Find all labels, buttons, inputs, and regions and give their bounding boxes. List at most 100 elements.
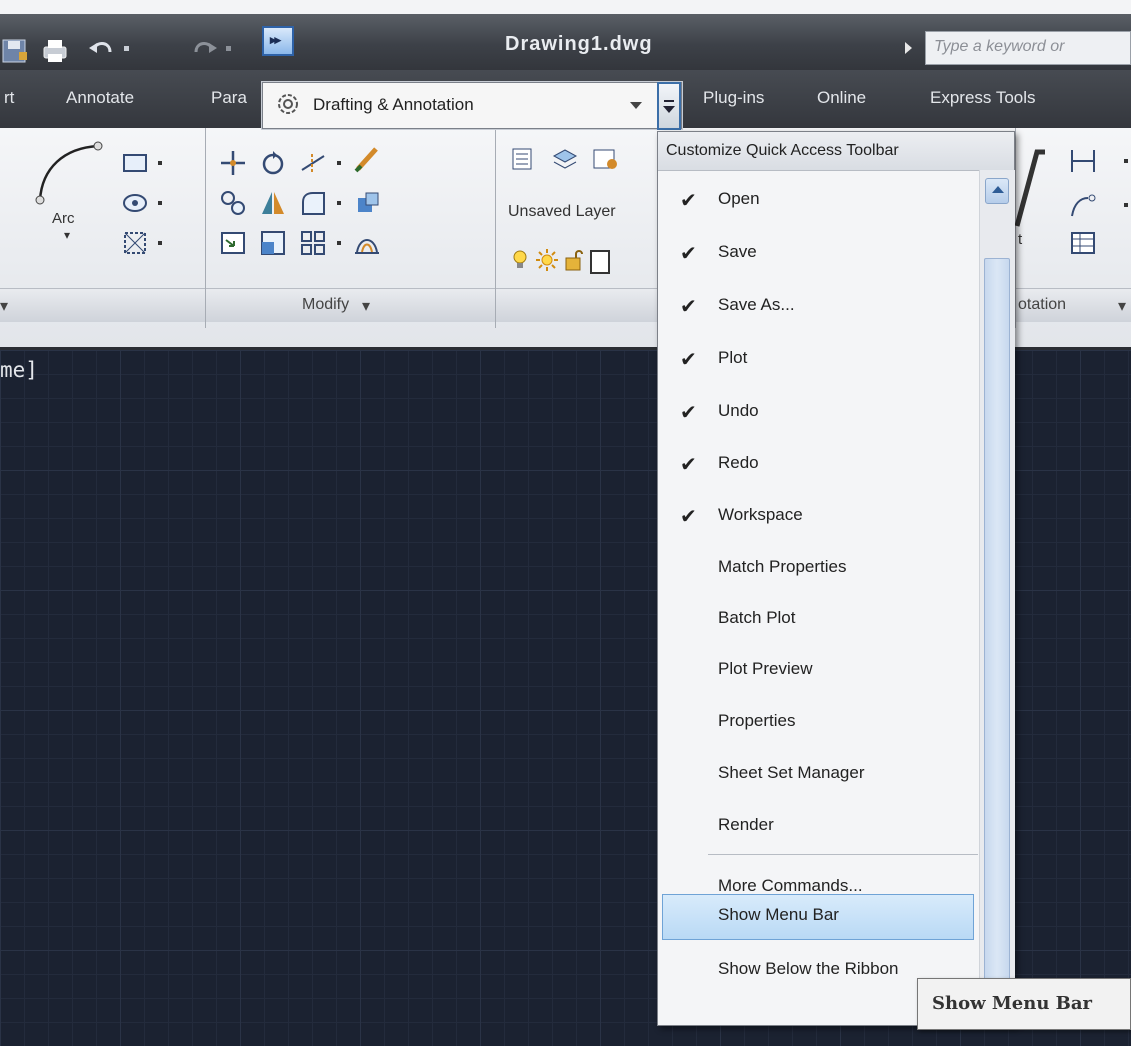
multileader-dropdown-icon[interactable] — [1124, 203, 1128, 207]
menu-item-batch-plot[interactable]: Batch Plot — [658, 594, 978, 646]
panel-separator — [205, 128, 206, 328]
menu-item-properties[interactable]: Properties — [658, 697, 978, 749]
chevron-down-icon[interactable] — [630, 102, 642, 109]
rectangle-icon[interactable] — [120, 148, 150, 178]
menu-item-label: Save — [718, 242, 757, 261]
sun-icon[interactable] — [535, 248, 559, 272]
tab-insert[interactable]: rt — [4, 88, 14, 108]
search-arrow-icon[interactable] — [905, 42, 912, 54]
check-icon: ✔ — [680, 454, 697, 476]
tab-plugins[interactable]: Plug-ins — [703, 88, 764, 108]
mirror-icon[interactable] — [258, 188, 288, 218]
scroll-up-button[interactable] — [985, 178, 1009, 204]
erase-icon[interactable] — [352, 144, 382, 174]
offset-icon[interactable] — [352, 228, 382, 258]
menu-item-workspace[interactable]: ✔ Workspace — [658, 491, 978, 543]
undo-icon[interactable] — [86, 36, 116, 66]
chevron-up-icon — [992, 186, 1004, 193]
fillet-dropdown-icon[interactable] — [337, 201, 341, 205]
tab-online[interactable]: Online — [817, 88, 866, 108]
linear-dimension-icon[interactable] — [1068, 146, 1098, 176]
boundary-dropdown-icon[interactable] — [158, 241, 162, 245]
redo-icon[interactable] — [190, 36, 220, 66]
menu-scrollbar[interactable] — [979, 170, 1015, 1015]
check-icon: ✔ — [680, 243, 697, 265]
copy-icon[interactable] — [218, 188, 248, 218]
lightbulb-icon[interactable] — [508, 248, 532, 272]
panel-title-annotation[interactable]: otation — [1018, 296, 1066, 314]
menu-item-redo[interactable]: ✔ Redo — [658, 439, 978, 491]
menu-item-label: Show Below the Ribbon — [718, 959, 899, 978]
tab-parametric[interactable]: Para — [211, 88, 247, 108]
tooltip-text: Show Menu Bar — [932, 993, 1093, 1014]
hatch-dropdown-icon[interactable] — [158, 201, 162, 205]
menu-item-match-properties[interactable]: Match Properties — [658, 543, 978, 595]
stretch-icon[interactable] — [218, 228, 248, 258]
qat-expand-button[interactable]: ▸▸ — [262, 26, 294, 56]
array-dropdown-icon[interactable] — [337, 241, 341, 245]
chevron-down-icon — [663, 106, 675, 113]
menu-item-show-menu-bar[interactable]: Show Menu Bar — [658, 891, 978, 943]
tab-annotate[interactable]: Annotate — [66, 88, 134, 108]
layer-state-icon[interactable] — [550, 144, 580, 174]
plot-icon[interactable] — [40, 36, 70, 66]
search-input[interactable]: Type a keyword or — [925, 31, 1131, 65]
gear-icon — [278, 94, 298, 114]
table-icon[interactable] — [1068, 228, 1098, 258]
lock-icon[interactable] — [562, 248, 586, 272]
menu-item-sheet-set-manager[interactable]: Sheet Set Manager — [658, 749, 978, 801]
modify-panel-expand-icon[interactable]: ▾ — [362, 296, 370, 316]
text-icon[interactable] — [1015, 148, 1060, 238]
annotation-panel-expand-icon[interactable]: ▾ — [1118, 296, 1126, 316]
menu-item-plot-preview[interactable]: Plot Preview — [658, 645, 978, 697]
arc-icon[interactable] — [34, 138, 104, 208]
undo-dropdown-icon[interactable] — [124, 46, 129, 51]
layer-properties-icon[interactable] — [508, 144, 538, 174]
multileader-icon[interactable] — [1068, 190, 1098, 220]
panel-title-modify[interactable]: Modify — [302, 296, 349, 314]
boundary-icon[interactable] — [120, 228, 150, 258]
menu-item-undo[interactable]: ✔ Undo — [658, 387, 978, 439]
arc-label[interactable]: Arc — [52, 210, 75, 227]
array-icon[interactable] — [298, 228, 328, 258]
draw-panel-expand-icon[interactable]: ▾ — [0, 296, 8, 316]
check-icon: ✔ — [680, 190, 697, 212]
arc-dropdown-icon[interactable]: ▾ — [64, 228, 70, 242]
save-icon[interactable] — [0, 36, 30, 66]
customize-bar-icon — [664, 100, 674, 102]
menu-item-label: Batch Plot — [718, 608, 796, 627]
menu-item-label: Save As... — [718, 295, 795, 314]
hatch-icon[interactable] — [120, 188, 150, 218]
menu-item-label: Show Menu Bar — [718, 905, 839, 924]
rotate-icon[interactable] — [258, 148, 288, 178]
menu-item-save[interactable]: ✔ Save — [658, 228, 978, 280]
text-label[interactable]: t — [1018, 231, 1022, 248]
move-icon[interactable] — [218, 148, 248, 178]
scale-icon[interactable] — [258, 228, 288, 258]
search-placeholder: Type a keyword or — [934, 38, 1065, 55]
fillet-icon[interactable] — [298, 188, 328, 218]
viewport-label[interactable]: me] — [0, 358, 38, 382]
menu-item-plot[interactable]: ✔ Plot — [658, 334, 978, 386]
redo-dropdown-icon[interactable] — [226, 46, 231, 51]
customize-qat-button[interactable] — [657, 82, 681, 130]
workspace-combo[interactable]: Drafting & Annotation — [262, 82, 682, 129]
check-icon: ✔ — [680, 349, 697, 371]
layer-color-swatch[interactable] — [590, 250, 610, 274]
menu-item-label: Workspace — [718, 505, 803, 524]
layer-combo[interactable]: Unsaved Layer — [508, 203, 658, 233]
scroll-thumb[interactable] — [984, 258, 1010, 1008]
tab-express-tools[interactable]: Express Tools — [930, 88, 1036, 108]
trim-dropdown-icon[interactable] — [337, 161, 341, 165]
check-icon: ✔ — [680, 506, 697, 528]
layer-isolate-icon[interactable] — [590, 144, 620, 174]
trim-icon[interactable] — [298, 148, 328, 178]
menu-item-label: Sheet Set Manager — [718, 763, 865, 782]
menu-item-label: Open — [718, 189, 760, 208]
menu-item-render[interactable]: Render — [658, 801, 978, 853]
menu-item-open[interactable]: ✔ Open — [658, 175, 978, 227]
rectangle-dropdown-icon[interactable] — [158, 161, 162, 165]
explode-icon[interactable] — [352, 188, 382, 218]
menu-item-save-as[interactable]: ✔ Save As... — [658, 281, 978, 333]
dimension-dropdown-icon[interactable] — [1124, 159, 1128, 163]
